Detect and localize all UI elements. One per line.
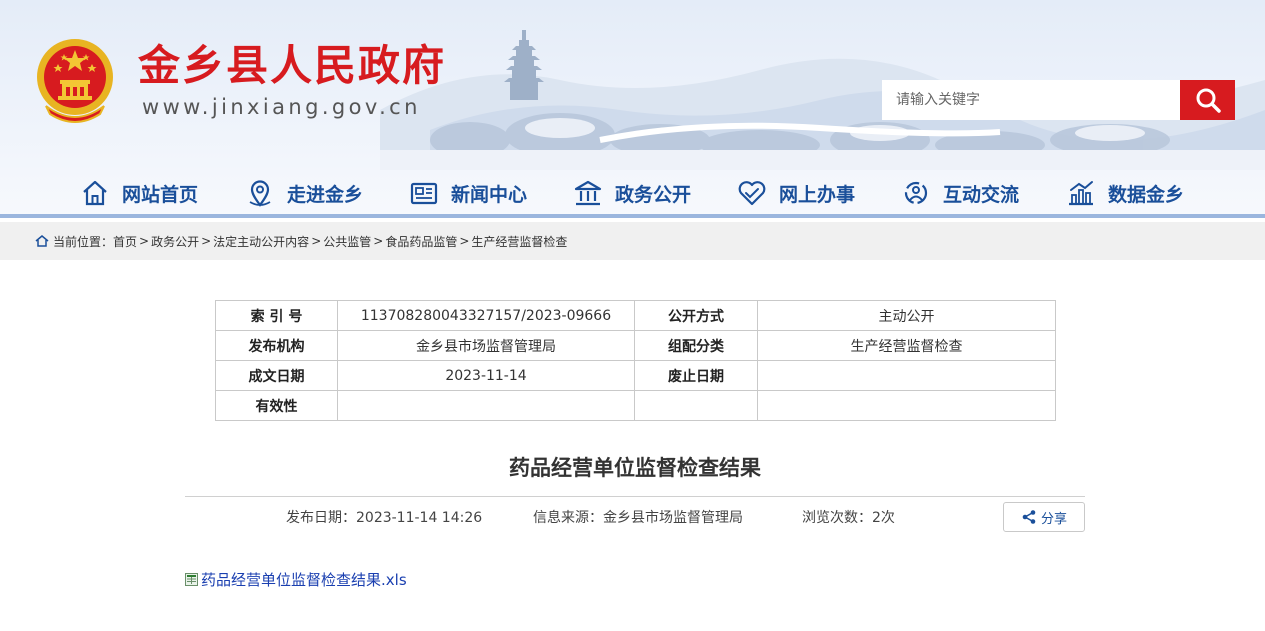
- nav-item-label: 网上办事: [779, 183, 856, 206]
- attachment-link[interactable]: 药品经营单位监督检查结果.xls: [201, 569, 407, 590]
- site-url: www.jinxiang.gov.cn: [142, 95, 421, 119]
- article-publish-date: 发布日期：2023-11-14 14:26: [286, 510, 483, 526]
- info-value-expiry-date: [757, 360, 1056, 391]
- info-empty-cell: [634, 390, 758, 421]
- info-value-disclosure-method: 主动公开: [757, 300, 1056, 331]
- breadcrumb-bar: 当前位置： 首页 > 政务公开 > 法定主动公开内容 > 公共监管 > 食品药品…: [0, 222, 1265, 260]
- nav-item-gov-affairs[interactable]: 政务公开: [573, 170, 691, 216]
- spreadsheet-file-icon: [185, 572, 198, 586]
- info-value-issuer: 金乡县市场监督管理局: [337, 330, 635, 361]
- header-banner: 金乡县人民政府 www.jinxiang.gov.cn 网站首页 走进金乡: [0, 0, 1265, 218]
- table-row: 索 引 号 113708280043327157/2023-09666 公开方式…: [215, 300, 1056, 331]
- info-value-index: 113708280043327157/2023-09666: [337, 300, 635, 331]
- nav-item-home[interactable]: 网站首页: [80, 170, 198, 216]
- breadcrumb-item-gov-affairs[interactable]: 政务公开: [151, 233, 199, 250]
- share-button[interactable]: 分享: [1003, 502, 1085, 532]
- breadcrumb-separator: >: [311, 234, 322, 248]
- article-divider: [185, 496, 1085, 497]
- site-title[interactable]: 金乡县人民政府: [138, 42, 446, 90]
- breadcrumb-item-home[interactable]: 首页: [113, 233, 137, 250]
- home-icon: [83, 180, 107, 206]
- article-title: 药品经营单位监督检查结果: [509, 456, 761, 480]
- home-icon: [35, 235, 49, 247]
- national-emblem-icon: [37, 39, 113, 123]
- location-pin-icon: [249, 180, 271, 207]
- nav-item-label: 走进金乡: [287, 183, 364, 206]
- info-value-validity: [337, 390, 635, 421]
- government-building-icon: [574, 180, 602, 206]
- nav-item-label: 政务公开: [615, 183, 692, 206]
- document-info-table: 索 引 号 113708280043327157/2023-09666 公开方式…: [215, 300, 1056, 421]
- article-view-count: 浏览次数：2次: [802, 510, 895, 526]
- breadcrumb-item-public-supervision[interactable]: 公共监管: [323, 233, 371, 250]
- interaction-icon: [904, 181, 928, 205]
- breadcrumb-item-inspection[interactable]: 生产经营监督检查: [471, 233, 567, 250]
- breadcrumb-separator: >: [139, 234, 150, 248]
- article-source: 信息来源：金乡县市场监督管理局: [533, 510, 743, 526]
- breadcrumb-separator: >: [459, 234, 470, 248]
- info-label-expiry-date: 废止日期: [634, 360, 758, 391]
- nav-item-label: 互动交流: [943, 183, 1020, 206]
- nav-item-interaction[interactable]: 互动交流: [901, 170, 1019, 216]
- news-icon: [410, 182, 438, 205]
- nav-item-news[interactable]: 新闻中心: [409, 170, 527, 216]
- table-row: 发布机构 金乡县市场监督管理局 组配分类 生产经营监督检查: [215, 330, 1056, 361]
- nav-item-label: 数据金乡: [1108, 183, 1185, 206]
- info-label-issuer: 发布机构: [215, 330, 338, 361]
- table-row: 有效性: [215, 390, 1056, 421]
- nav-divider: [0, 214, 1265, 218]
- info-label-category: 组配分类: [634, 330, 758, 361]
- bar-chart-icon: [1069, 181, 1093, 206]
- breadcrumb-prefix: 当前位置：: [53, 234, 114, 249]
- share-icon: [1022, 510, 1036, 524]
- attachment: 药品经营单位监督检查结果.xls: [185, 569, 407, 589]
- nav-item-data[interactable]: 数据金乡: [1066, 170, 1184, 216]
- info-label-index: 索 引 号: [215, 300, 338, 331]
- info-label-disclosure-method: 公开方式: [634, 300, 758, 331]
- search-icon: [1196, 88, 1221, 113]
- info-value-category: 生产经营监督检查: [757, 330, 1056, 361]
- main-nav: 网站首页 走进金乡 新闻中心 政务公开 网上办事 互动交流 数据金乡: [0, 170, 1265, 216]
- breadcrumb-item-food-drug[interactable]: 食品药品监管: [385, 233, 457, 250]
- search-button[interactable]: [1180, 80, 1235, 120]
- share-label: 分享: [1040, 511, 1067, 527]
- breadcrumb-separator: >: [373, 234, 384, 248]
- nav-item-label: 新闻中心: [451, 183, 528, 206]
- handshake-icon: [738, 181, 766, 206]
- breadcrumb-item-statutory-disclosure[interactable]: 法定主动公开内容: [213, 233, 309, 250]
- breadcrumb-separator: >: [201, 234, 212, 248]
- table-row: 成文日期 2023-11-14 废止日期: [215, 360, 1056, 391]
- nav-item-about[interactable]: 走进金乡: [245, 170, 363, 216]
- info-label-written-date: 成文日期: [215, 360, 338, 391]
- search-input[interactable]: [882, 80, 1180, 120]
- info-empty-cell: [757, 390, 1056, 421]
- info-value-written-date: 2023-11-14: [337, 360, 635, 391]
- info-label-validity: 有效性: [215, 390, 338, 421]
- nav-item-label: 网站首页: [122, 183, 199, 206]
- breadcrumb: 当前位置： 首页 > 政务公开 > 法定主动公开内容 > 公共监管 > 食品药品…: [35, 222, 567, 260]
- nav-item-online-services[interactable]: 网上办事: [737, 170, 855, 216]
